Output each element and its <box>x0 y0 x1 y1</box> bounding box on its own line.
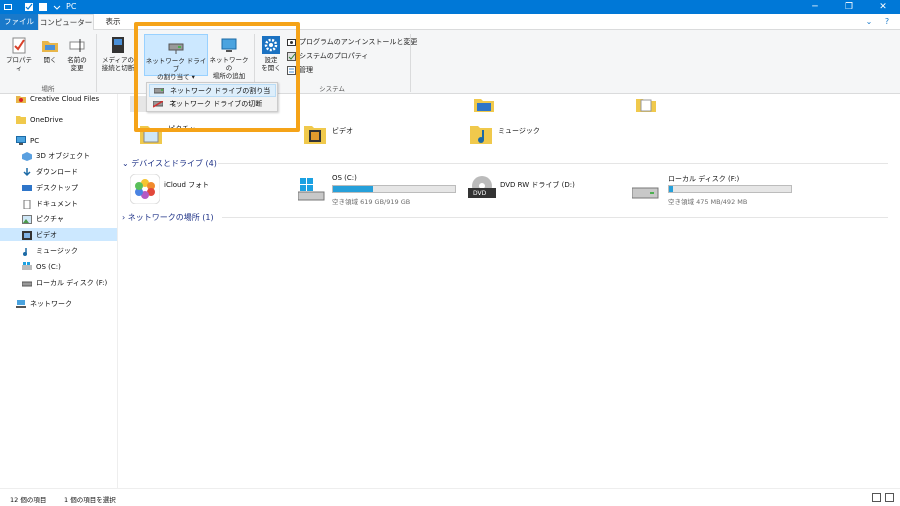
nav-selection-highlight <box>0 228 117 241</box>
chevron-down-icon[interactable]: ⌄ <box>864 17 874 27</box>
ribbon-divider <box>410 34 411 92</box>
desktop-icon <box>22 184 32 193</box>
nav-item-downloads[interactable]: ダウンロード <box>22 167 78 177</box>
disk-usage-bar <box>332 185 456 193</box>
folder-music-icon <box>470 122 492 146</box>
navigation-pane: Creative Cloud Files OneDrive PC 3D オブジェ… <box>0 94 118 488</box>
disk-usage-fill <box>333 186 374 192</box>
large-icons-view-icon[interactable] <box>885 493 894 502</box>
minimize-button[interactable]: ─ <box>798 0 832 14</box>
explorer-icon <box>3 2 13 12</box>
annotation-highlight <box>134 22 300 132</box>
rename-button[interactable]: 名前の 変更 <box>64 36 90 72</box>
video-icon <box>22 230 32 240</box>
ribbon-divider <box>96 34 97 92</box>
open-button[interactable]: 開く <box>38 36 62 64</box>
computer-icon <box>16 136 26 145</box>
windows-drive-icon <box>22 262 32 271</box>
uninstall-programs-button[interactable]: プログラムのアンインストールと変更 <box>287 37 417 47</box>
properties-quick-icon[interactable] <box>24 2 34 12</box>
nav-item-os-c[interactable]: OS (C:) <box>22 262 61 271</box>
media-connect-button[interactable]: メディアの 接続と切断 <box>98 36 138 72</box>
tab-file[interactable]: ファイル <box>0 14 38 30</box>
media-icon <box>109 36 127 54</box>
folder-videos-icon <box>304 122 326 146</box>
nav-item-desktop[interactable]: デスクトップ <box>22 183 78 193</box>
section-netlocs-header[interactable]: › ネットワークの場所 (1) <box>122 212 214 223</box>
creative-cloud-icon <box>16 94 26 103</box>
folder-icon <box>636 96 656 114</box>
folder-icon <box>474 96 494 114</box>
properties-icon <box>10 36 28 54</box>
rename-icon <box>68 36 86 54</box>
network-icon <box>16 299 26 309</box>
nav-item-documents[interactable]: ドキュメント <box>22 199 78 209</box>
nav-item-local-f[interactable]: ローカル ディスク (F:) <box>21 278 107 288</box>
folder-videos-label[interactable]: ビデオ <box>332 126 353 136</box>
properties-button[interactable]: プロパティ <box>4 36 34 72</box>
cube-icon <box>22 151 32 161</box>
pictures-icon <box>22 214 32 224</box>
details-view-icon[interactable] <box>872 493 881 502</box>
selection-count: 1 個の項目を選択 <box>64 496 116 504</box>
tab-computer[interactable]: コンピューター <box>38 14 94 30</box>
section-divider <box>222 217 888 218</box>
close-button[interactable]: ✕ <box>866 0 900 14</box>
maximize-button[interactable]: ❐ <box>832 0 866 14</box>
nav-item-music[interactable]: ミュージック <box>22 246 78 256</box>
dvd-drive-icon <box>468 176 496 198</box>
disk-usage-bar <box>668 185 792 193</box>
group-label-location: 場所 <box>41 85 55 93</box>
nav-item-creative-cloud[interactable]: Creative Cloud Files <box>16 94 99 103</box>
nav-item-3d-objects[interactable]: 3D オブジェクト <box>22 151 90 161</box>
title-bar: PC ─ ❐ ✕ <box>0 0 900 14</box>
icloud-photos-icon <box>130 174 160 204</box>
tab-view[interactable]: 表示 <box>96 14 130 30</box>
drive-icon <box>21 279 33 288</box>
disk-usage-fill <box>669 186 674 192</box>
document-icon <box>22 199 32 209</box>
chevron-down-icon[interactable] <box>52 2 62 12</box>
nav-item-pc[interactable]: PC <box>16 136 39 145</box>
new-folder-quick-icon[interactable] <box>38 2 48 12</box>
section-divider <box>218 163 888 164</box>
download-icon <box>22 167 32 177</box>
windows-drive-icon <box>298 178 325 201</box>
nav-item-pictures[interactable]: ピクチャ <box>22 214 64 224</box>
section-devices-header[interactable]: ⌄ デバイスとドライブ (4) <box>122 158 217 169</box>
music-icon <box>22 247 32 256</box>
status-bar: 12 個の項目 1 個の項目を選択 <box>0 488 900 506</box>
nav-item-network[interactable]: ネットワーク <box>16 299 72 309</box>
nav-item-videos[interactable]: ビデオ <box>22 230 57 240</box>
folder-music-label[interactable]: ミュージック <box>498 126 540 136</box>
nav-item-onedrive[interactable]: OneDrive <box>16 115 63 124</box>
folder-icon <box>16 115 26 124</box>
window-title: PC <box>66 2 77 11</box>
content-pane: ピクチャ ビデオ ミュージック ⌄ デバイスとドライブ (4) iCloud フ… <box>118 94 900 488</box>
help-icon[interactable]: ? <box>882 17 892 27</box>
item-count: 12 個の項目 <box>10 496 47 504</box>
drive-icon <box>632 187 659 199</box>
folder-open-icon <box>41 36 59 54</box>
chevron-down-icon: ⌄ <box>122 159 132 168</box>
